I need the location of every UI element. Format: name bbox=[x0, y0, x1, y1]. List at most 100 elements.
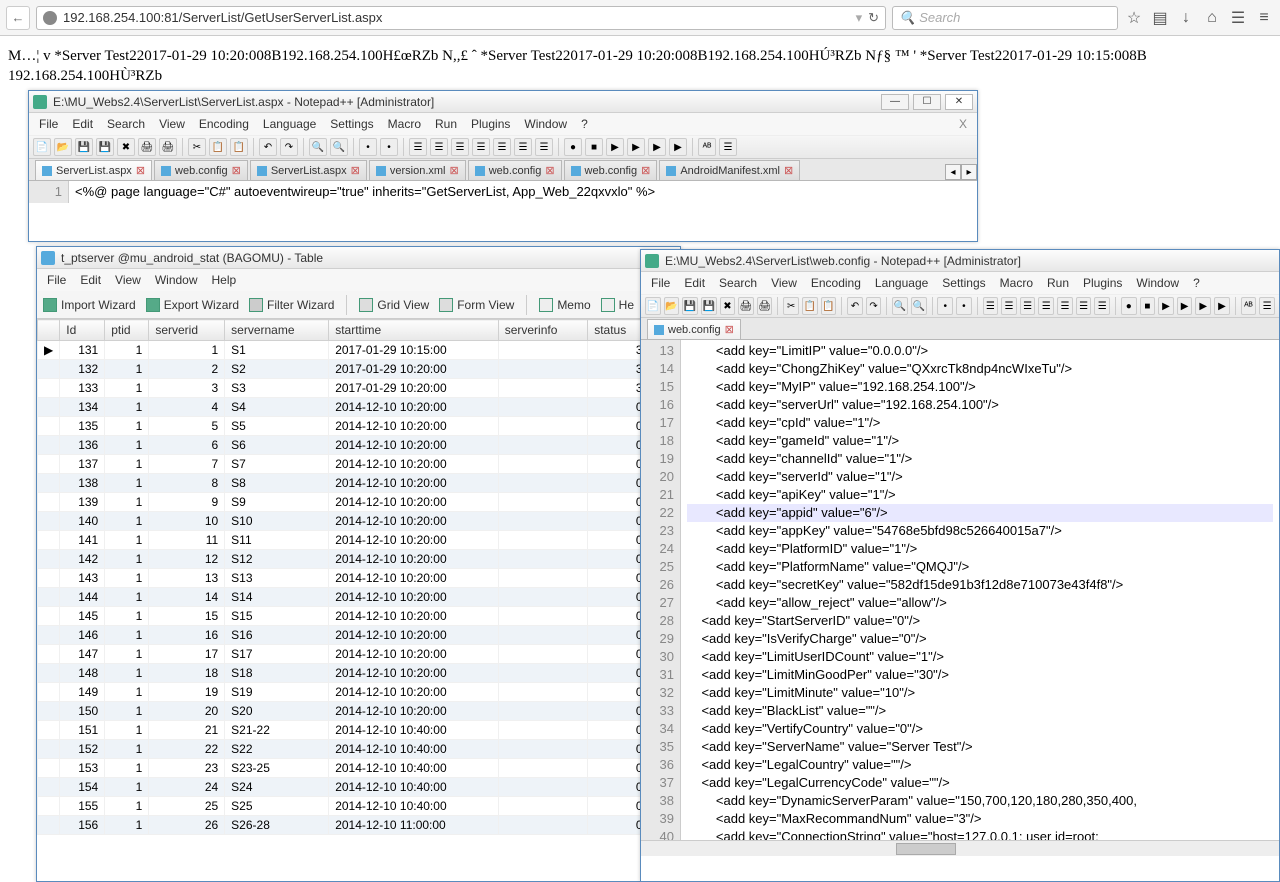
menu-window[interactable]: Window bbox=[149, 271, 204, 289]
table-row[interactable]: 151121S21-222014-12-10 10:40:000- bbox=[38, 721, 680, 740]
code-editor[interactable]: 1314151617181920212223242526272829303132… bbox=[641, 340, 1279, 840]
chat-icon[interactable]: ☰ bbox=[1228, 8, 1248, 28]
table-row[interactable]: ▶13111S12017-01-29 10:15:003- bbox=[38, 341, 680, 360]
refresh-icon[interactable]: ↻ bbox=[868, 10, 879, 26]
toolbar-button[interactable]: ▶ bbox=[1214, 297, 1230, 315]
menu-file[interactable]: File bbox=[645, 274, 676, 292]
toolbar-button[interactable]: ✂ bbox=[783, 297, 799, 315]
table-row[interactable]: 146116S162014-12-10 10:20:000- bbox=[38, 626, 680, 645]
window-titlebar[interactable]: t_ptserver @mu_android_stat (BAGOMU) - T… bbox=[37, 247, 680, 269]
toolbar-button[interactable]: ✖ bbox=[117, 138, 135, 156]
menu-view[interactable]: View bbox=[153, 115, 191, 133]
column-header[interactable]: serverinfo bbox=[498, 320, 587, 341]
column-header[interactable]: starttime bbox=[329, 320, 499, 341]
minimize-button[interactable]: — bbox=[881, 94, 909, 110]
toolbar-button[interactable]: ☰ bbox=[451, 138, 469, 156]
tab-webconfig-2[interactable]: web.config⊠ bbox=[468, 160, 562, 180]
toolbar-button[interactable]: • bbox=[380, 138, 398, 156]
toolbar-button[interactable]: 📋 bbox=[802, 297, 818, 315]
window-titlebar[interactable]: E:\MU_Webs2.4\ServerList\web.config - No… bbox=[641, 250, 1279, 272]
downloads-icon[interactable]: ↓ bbox=[1176, 9, 1196, 27]
tab-serverlist[interactable]: ServerList.aspx⊠ bbox=[35, 160, 152, 180]
toolbar-button[interactable]: ▶ bbox=[627, 138, 645, 156]
toolbar-button[interactable]: ☰ bbox=[1259, 297, 1275, 315]
menu-view[interactable]: View bbox=[109, 271, 147, 289]
toolbar-button[interactable]: ● bbox=[564, 138, 582, 156]
table-row[interactable]: 13616S62014-12-10 10:20:000- bbox=[38, 436, 680, 455]
table-row[interactable]: 13717S72014-12-10 10:20:000- bbox=[38, 455, 680, 474]
toolbar-button[interactable]: ▶ bbox=[1177, 297, 1193, 315]
menu-language[interactable]: Language bbox=[869, 274, 934, 292]
search-bar[interactable]: 🔍 Search bbox=[892, 6, 1118, 30]
url-bar[interactable]: 192.168.254.100:81/ServerList/GetUserSer… bbox=[36, 6, 886, 30]
toolbar-button[interactable]: ☰ bbox=[472, 138, 490, 156]
toolbar-button[interactable]: ☰ bbox=[719, 138, 737, 156]
table-row[interactable]: 144114S142014-12-10 10:20:000- bbox=[38, 588, 680, 607]
toolbar-button[interactable]: ☰ bbox=[514, 138, 532, 156]
column-header[interactable]: serverid bbox=[149, 320, 225, 341]
column-header[interactable]: servername bbox=[225, 320, 329, 341]
toolbar-button[interactable]: 📋 bbox=[230, 138, 248, 156]
menu-help[interactable]: Help bbox=[206, 271, 243, 289]
import-wizard-button[interactable]: Import Wizard bbox=[43, 298, 136, 312]
menu-edit[interactable]: Edit bbox=[74, 271, 107, 289]
toolbar-button[interactable]: • bbox=[956, 297, 972, 315]
tab-close-icon[interactable]: X bbox=[953, 115, 973, 133]
tab-scroll-right[interactable]: ▸ bbox=[961, 164, 977, 180]
table-row[interactable]: 150120S202014-12-10 10:20:000- bbox=[38, 702, 680, 721]
tab-version[interactable]: version.xml⊠ bbox=[369, 160, 466, 180]
toolbar-button[interactable]: ● bbox=[1121, 297, 1137, 315]
toolbar-button[interactable]: • bbox=[359, 138, 377, 156]
toolbar-button[interactable]: ☰ bbox=[1001, 297, 1017, 315]
filter-wizard-button[interactable]: Filter Wizard bbox=[249, 298, 334, 312]
toolbar-button[interactable]: 💾 bbox=[96, 138, 114, 156]
menu-macro[interactable]: Macro bbox=[994, 274, 1039, 292]
table-row[interactable]: 141111S112014-12-10 10:20:000- bbox=[38, 531, 680, 550]
menu-search[interactable]: Search bbox=[101, 115, 151, 133]
toolbar-button[interactable]: ■ bbox=[1140, 297, 1156, 315]
toolbar-button[interactable]: ☰ bbox=[1020, 297, 1036, 315]
menu-encoding[interactable]: Encoding bbox=[805, 274, 867, 292]
maximize-button[interactable]: ☐ bbox=[913, 94, 941, 110]
form-view-button[interactable]: Form View bbox=[439, 298, 514, 312]
toolbar-button[interactable]: 🔍 bbox=[309, 138, 327, 156]
toolbar-button[interactable]: 📂 bbox=[664, 297, 680, 315]
toolbar-button[interactable]: 📄 bbox=[645, 297, 661, 315]
toolbar-button[interactable]: ↷ bbox=[280, 138, 298, 156]
table-row[interactable]: 13414S42014-12-10 10:20:000- bbox=[38, 398, 680, 417]
menu-window[interactable]: Window bbox=[518, 115, 573, 133]
toolbar-button[interactable]: • bbox=[937, 297, 953, 315]
table-row[interactable]: 154124S242014-12-10 10:40:000- bbox=[38, 778, 680, 797]
table-row[interactable]: 145115S152014-12-10 10:20:000- bbox=[38, 607, 680, 626]
toolbar-button[interactable]: 📋 bbox=[821, 297, 837, 315]
toolbar-button[interactable]: ☰ bbox=[1057, 297, 1073, 315]
toolbar-button[interactable]: ▶ bbox=[648, 138, 666, 156]
table-row[interactable]: 13919S92014-12-10 10:20:000- bbox=[38, 493, 680, 512]
memo-button[interactable]: Memo bbox=[539, 298, 590, 312]
toolbar-button[interactable]: 🖨 bbox=[757, 297, 773, 315]
menu-settings[interactable]: Settings bbox=[324, 115, 379, 133]
toolbar-button[interactable]: ☰ bbox=[1094, 297, 1110, 315]
toolbar-button[interactable]: ↶ bbox=[847, 297, 863, 315]
home-icon[interactable]: ⌂ bbox=[1202, 9, 1222, 27]
toolbar-button[interactable]: 🔍 bbox=[330, 138, 348, 156]
table-row[interactable]: 142112S122014-12-10 10:20:000- bbox=[38, 550, 680, 569]
toolbar-button[interactable]: 🖨 bbox=[159, 138, 177, 156]
tab-webconfig-1[interactable]: web.config⊠ bbox=[154, 160, 248, 180]
toolbar-button[interactable]: 💾 bbox=[75, 138, 93, 156]
toolbar-button[interactable]: ▶ bbox=[1195, 297, 1211, 315]
toolbar-button[interactable]: ↶ bbox=[259, 138, 277, 156]
toolbar-button[interactable]: ☰ bbox=[1038, 297, 1054, 315]
toolbar-button[interactable]: 📂 bbox=[54, 138, 72, 156]
table-row[interactable]: 13212S22017-01-29 10:20:003- bbox=[38, 360, 680, 379]
close-button[interactable]: ✕ bbox=[945, 94, 973, 110]
toolbar-button[interactable]: ☰ bbox=[1076, 297, 1092, 315]
toolbar-button[interactable]: 🔍 bbox=[911, 297, 927, 315]
menu-run[interactable]: Run bbox=[1041, 274, 1075, 292]
grid-view-button[interactable]: Grid View bbox=[359, 298, 429, 312]
toolbar-button[interactable]: ■ bbox=[585, 138, 603, 156]
table-row[interactable]: 13818S82014-12-10 10:20:000- bbox=[38, 474, 680, 493]
toolbar-button[interactable]: ✂ bbox=[188, 138, 206, 156]
toolbar-button[interactable]: 📄 bbox=[33, 138, 51, 156]
toolbar-button[interactable]: ▶ bbox=[669, 138, 687, 156]
